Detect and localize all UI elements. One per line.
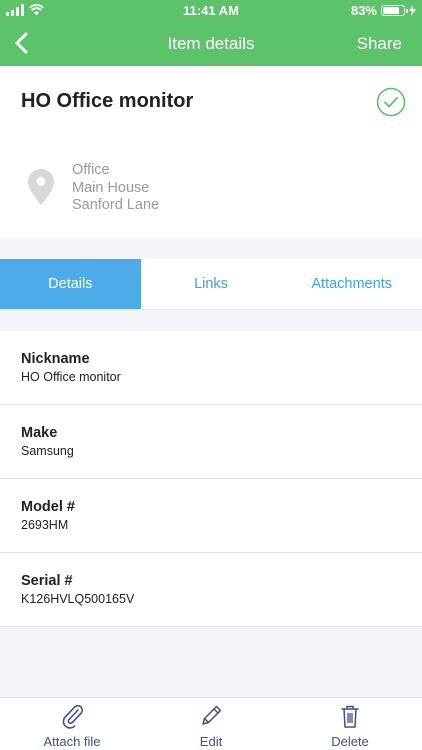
battery-area: 83%	[351, 3, 416, 18]
item-title: HO Office monitor	[21, 90, 194, 112]
bottom-toolbar: Attach file Edit Delete	[0, 697, 422, 750]
field-label: Model #	[21, 499, 75, 515]
battery-percent: 83%	[350, 3, 377, 18]
field-value: HO Office monitor	[21, 370, 121, 384]
edit-button[interactable]: Edit	[151, 698, 271, 750]
delete-button[interactable]: Delete	[290, 698, 410, 750]
item-summary-card: HO Office monitor Office Main House Sanf…	[0, 66, 422, 238]
trash-icon	[341, 705, 359, 728]
nav-bar: Item details Share	[0, 22, 422, 66]
share-button[interactable]: Share	[357, 34, 402, 54]
attach-file-button[interactable]: Attach file	[12, 698, 132, 750]
field-value: 2693HM	[21, 518, 69, 532]
field-value: Samsung	[21, 444, 74, 458]
paperclip-icon	[62, 704, 84, 729]
check-circle-icon[interactable]	[376, 87, 406, 117]
field-model: Model # 2693HM	[0, 479, 422, 553]
charging-bolt-icon	[409, 5, 416, 16]
tab-links[interactable]: Links	[141, 259, 282, 309]
field-serial: Serial # K126HVLQ500165V	[0, 553, 422, 627]
tab-bar: Details Links Attachments	[0, 259, 422, 310]
address-line-3: Sanford Lane	[72, 197, 160, 213]
field-nickname: Nickname HO Office monitor	[0, 331, 422, 405]
field-label: Nickname	[21, 351, 90, 367]
tab-details[interactable]: Details	[0, 259, 141, 309]
location-pin-icon	[28, 169, 54, 205]
field-value: K126HVLQ500165V	[21, 592, 135, 606]
battery-icon	[381, 5, 408, 16]
app-header: 11:41 AM 83% Item details Share	[0, 0, 422, 66]
details-list: Nickname HO Office monitor Make Samsung …	[0, 331, 422, 627]
address-line-2: Main House	[72, 179, 150, 196]
status-bar: 11:41 AM 83%	[0, 0, 422, 22]
field-label: Make	[21, 425, 58, 441]
field-make: Make Samsung	[0, 405, 422, 479]
attach-file-label: Attach file	[43, 734, 101, 749]
field-label: Serial #	[21, 573, 73, 589]
location-address: Office Main House Sanford Lane	[72, 162, 159, 215]
edit-label: Edit	[199, 734, 223, 749]
tab-attachments[interactable]: Attachments	[281, 259, 422, 309]
address-line-1: Office	[72, 162, 110, 178]
delete-label: Delete	[331, 734, 369, 749]
pencil-icon	[202, 705, 222, 725]
